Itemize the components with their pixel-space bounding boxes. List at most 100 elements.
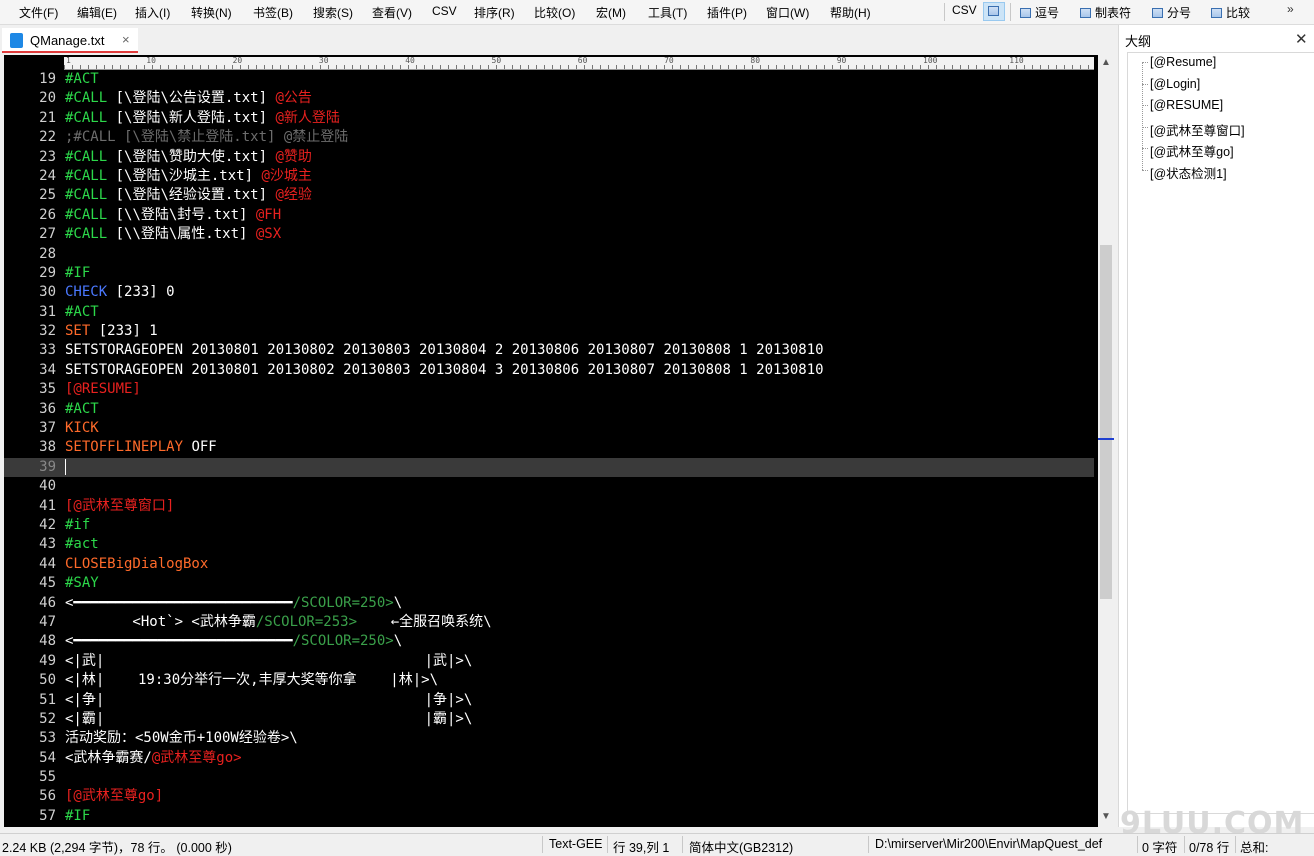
- code-text[interactable]: SET [233] 1: [65, 322, 158, 341]
- menu-compare[interactable]: 比较(O): [534, 4, 575, 21]
- code-text[interactable]: #CALL [\\登陆\封号.txt] @FH: [65, 206, 281, 225]
- toolbar-overflow-icon[interactable]: »: [1287, 2, 1294, 16]
- code-line[interactable]: 40: [4, 477, 1094, 496]
- scroll-down-icon[interactable]: ▼: [1101, 811, 1111, 822]
- compare-button[interactable]: 比较: [1211, 4, 1250, 21]
- code-line[interactable]: 21 #CALL [\登陆\新人登陆.txt] @新人登陆: [4, 109, 1094, 128]
- code-text[interactable]: <|林| 19:30分举行一次,丰厚大奖等你拿 |林|>\: [65, 671, 438, 690]
- code-text[interactable]: #CALL [\登陆\经验设置.txt] @经验: [65, 186, 312, 205]
- code-text[interactable]: #SAY: [65, 574, 99, 593]
- code-text[interactable]: <|霸| |霸|>\: [65, 710, 472, 729]
- csv-toolbar-label[interactable]: CSV: [952, 3, 977, 17]
- code-line[interactable]: 25 #CALL [\登陆\经验设置.txt] @经验: [4, 186, 1094, 205]
- menu-search[interactable]: 搜索(S): [313, 4, 353, 21]
- outline-item[interactable]: [@Resume]: [1150, 55, 1216, 69]
- code-line[interactable]: 30 CHECK [233] 0: [4, 283, 1094, 302]
- code-line[interactable]: 19 #ACT: [4, 70, 1094, 89]
- code-text[interactable]: <━━━━━━━━━━━━━━━━━━━━━━━━━━/SCOLOR=250>\: [65, 594, 402, 613]
- code-text[interactable]: #CALL [\登陆\沙城主.txt] @沙城主: [65, 167, 312, 186]
- code-text[interactable]: CHECK [233] 0: [65, 283, 175, 302]
- code-line[interactable]: 32 SET [233] 1: [4, 322, 1094, 341]
- menu-edit[interactable]: 编辑(E): [77, 4, 117, 21]
- code-line[interactable]: 24 #CALL [\登陆\沙城主.txt] @沙城主: [4, 167, 1094, 186]
- code-editor[interactable]: 1 10 20 30 40 50 60 70 80 90 100 110 19 #ACT 20 #CALL …: [4, 55, 1114, 827]
- code-text[interactable]: #ACT: [65, 303, 99, 322]
- menu-macro[interactable]: 宏(M): [596, 4, 626, 21]
- code-line[interactable]: 45 #SAY: [4, 574, 1094, 593]
- code-line[interactable]: 50 <|林| 19:30分举行一次,丰厚大奖等你拿 |林|>\: [4, 671, 1094, 690]
- menu-help[interactable]: 帮助(H): [830, 4, 871, 21]
- scroll-up-icon[interactable]: ▲: [1101, 57, 1111, 68]
- code-line[interactable]: 35 [@RESUME]: [4, 380, 1094, 399]
- csv-grid-toggle[interactable]: [983, 2, 1005, 21]
- tab-delimiter-button[interactable]: 制表符: [1080, 4, 1131, 21]
- code-line[interactable]: 37 KICK: [4, 419, 1094, 438]
- comma-delimiter-button[interactable]: 逗号: [1020, 4, 1059, 21]
- code-text[interactable]: #CALL [\登陆\新人登陆.txt] @新人登陆: [65, 109, 340, 128]
- menu-window[interactable]: 窗口(W): [766, 4, 809, 21]
- code-line[interactable]: 57 #IF: [4, 807, 1094, 826]
- code-line[interactable]: 51 <|争| |争|>\: [4, 691, 1094, 710]
- code-line[interactable]: 31 #ACT: [4, 303, 1094, 322]
- code-text[interactable]: #if: [65, 516, 90, 535]
- menu-csv[interactable]: CSV: [432, 4, 457, 18]
- code-text[interactable]: #act: [65, 535, 99, 554]
- code-line[interactable]: 42 #if: [4, 516, 1094, 535]
- code-text[interactable]: [@武林至尊窗口]: [65, 497, 174, 516]
- code-line[interactable]: 22 ;#CALL [\登陆\禁止登陆.txt] @禁止登陆: [4, 128, 1094, 147]
- outline-item[interactable]: [@状态检测1]: [1150, 163, 1227, 182]
- code-line[interactable]: 44 CLOSEBigDialogBox: [4, 555, 1094, 574]
- code-text[interactable]: SETOFFLINEPLAY OFF: [65, 438, 217, 457]
- code-line[interactable]: 41 [@武林至尊窗口]: [4, 497, 1094, 516]
- menu-plugins[interactable]: 插件(P): [707, 4, 747, 21]
- code-line[interactable]: 29 #IF: [4, 264, 1094, 283]
- code-text[interactable]: #IF: [65, 264, 90, 283]
- code-line[interactable]: 56 [@武林至尊go]: [4, 787, 1094, 806]
- outline-item[interactable]: [@武林至尊go]: [1150, 141, 1234, 160]
- code-text[interactable]: <|争| |争|>\: [65, 691, 472, 710]
- menu-tools[interactable]: 工具(T): [648, 4, 687, 21]
- code-text[interactable]: 活动奖励：<50W金币+100W经验卷>\: [65, 729, 298, 748]
- code-text[interactable]: SETSTORAGEOPEN 20130801 20130802 2013080…: [65, 341, 824, 360]
- code-text[interactable]: <|武| |武|>\: [65, 652, 472, 671]
- code-text[interactable]: [@RESUME]: [65, 380, 141, 399]
- code-line[interactable]: 53 活动奖励：<50W金币+100W经验卷>\: [4, 729, 1094, 748]
- code-line[interactable]: 23 #CALL [\登陆\赞助大使.txt] @赞助: [4, 148, 1094, 167]
- code-text[interactable]: #CALL [\登陆\赞助大使.txt] @赞助: [65, 148, 312, 167]
- status-encoding[interactable]: 简体中文(GB2312): [689, 837, 793, 856]
- code-text[interactable]: #CALL [\登陆\公告设置.txt] @公告: [65, 89, 312, 108]
- document-tab[interactable]: QManage.txt ×: [2, 28, 138, 53]
- semicolon-delimiter-button[interactable]: 分号: [1152, 4, 1191, 21]
- vertical-scrollbar[interactable]: ▲ ▼: [1098, 55, 1114, 827]
- code-line[interactable]: 48 <━━━━━━━━━━━━━━━━━━━━━━━━━━/SCOLOR=250…: [4, 632, 1094, 651]
- code-text[interactable]: #ACT: [65, 400, 99, 419]
- tab-close-icon[interactable]: ×: [122, 32, 130, 47]
- code-text[interactable]: #CALL [\\登陆\属性.txt] @SX: [65, 225, 281, 244]
- code-line[interactable]: 46 <━━━━━━━━━━━━━━━━━━━━━━━━━━/SCOLOR=250…: [4, 594, 1094, 613]
- menu-file[interactable]: 文件(F): [19, 4, 58, 21]
- menu-insert[interactable]: 插入(I): [135, 4, 170, 21]
- current-line[interactable]: 39: [4, 457, 1094, 478]
- code-text[interactable]: SETSTORAGEOPEN 20130801 20130802 2013080…: [65, 361, 824, 380]
- code-line[interactable]: 55: [4, 768, 1094, 787]
- outline-item[interactable]: [@Login]: [1150, 77, 1200, 91]
- code-text[interactable]: [65, 458, 66, 477]
- code-text[interactable]: KICK: [65, 419, 99, 438]
- code-text[interactable]: <Hot`> <武林争霸/SCOLOR=253> ←全服召唤系统\: [65, 613, 491, 632]
- scrollbar-thumb[interactable]: [1100, 245, 1112, 599]
- outline-item[interactable]: [@RESUME]: [1150, 98, 1223, 112]
- code-line[interactable]: 26 #CALL [\\登陆\封号.txt] @FH: [4, 206, 1094, 225]
- code-text[interactable]: #IF: [65, 807, 90, 826]
- outline-item[interactable]: [@武林至尊窗口]: [1150, 120, 1245, 139]
- code-line[interactable]: 36 #ACT: [4, 400, 1094, 419]
- menu-view[interactable]: 查看(V): [372, 4, 412, 21]
- code-text[interactable]: [@武林至尊go]: [65, 787, 163, 806]
- code-line[interactable]: 38 SETOFFLINEPLAY OFF: [4, 438, 1094, 457]
- code-line[interactable]: 34 SETSTORAGEOPEN 20130801 20130802 20130…: [4, 361, 1094, 380]
- code-text[interactable]: <━━━━━━━━━━━━━━━━━━━━━━━━━━/SCOLOR=250>\: [65, 632, 402, 651]
- code-text[interactable]: <武林争霸赛/@武林至尊go>: [65, 749, 242, 768]
- code-line[interactable]: 43 #act: [4, 535, 1094, 554]
- code-text[interactable]: #ACT: [65, 70, 99, 89]
- menu-sort[interactable]: 排序(R): [474, 4, 515, 21]
- status-cursor-position[interactable]: 行 39,列 1: [613, 837, 669, 856]
